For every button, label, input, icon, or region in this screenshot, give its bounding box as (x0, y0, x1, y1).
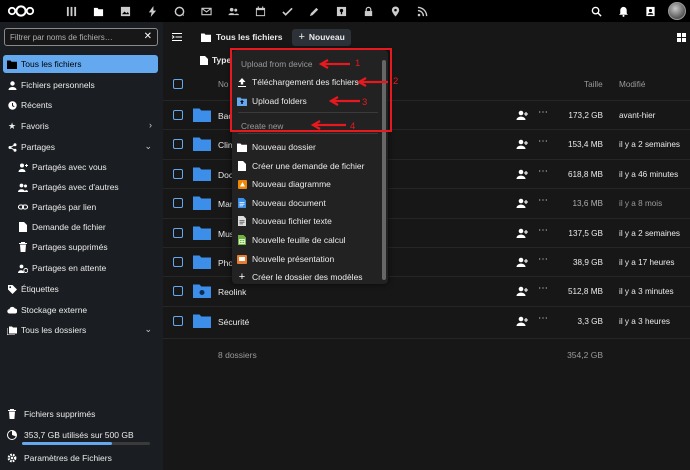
annotation-label-4: 4 (350, 121, 356, 132)
annotation-arrows (310, 59, 388, 130)
annotation-label-3: 3 (362, 97, 368, 108)
annotation-label-2: 2 (393, 76, 399, 87)
annotation-label-1: 1 (355, 58, 361, 69)
